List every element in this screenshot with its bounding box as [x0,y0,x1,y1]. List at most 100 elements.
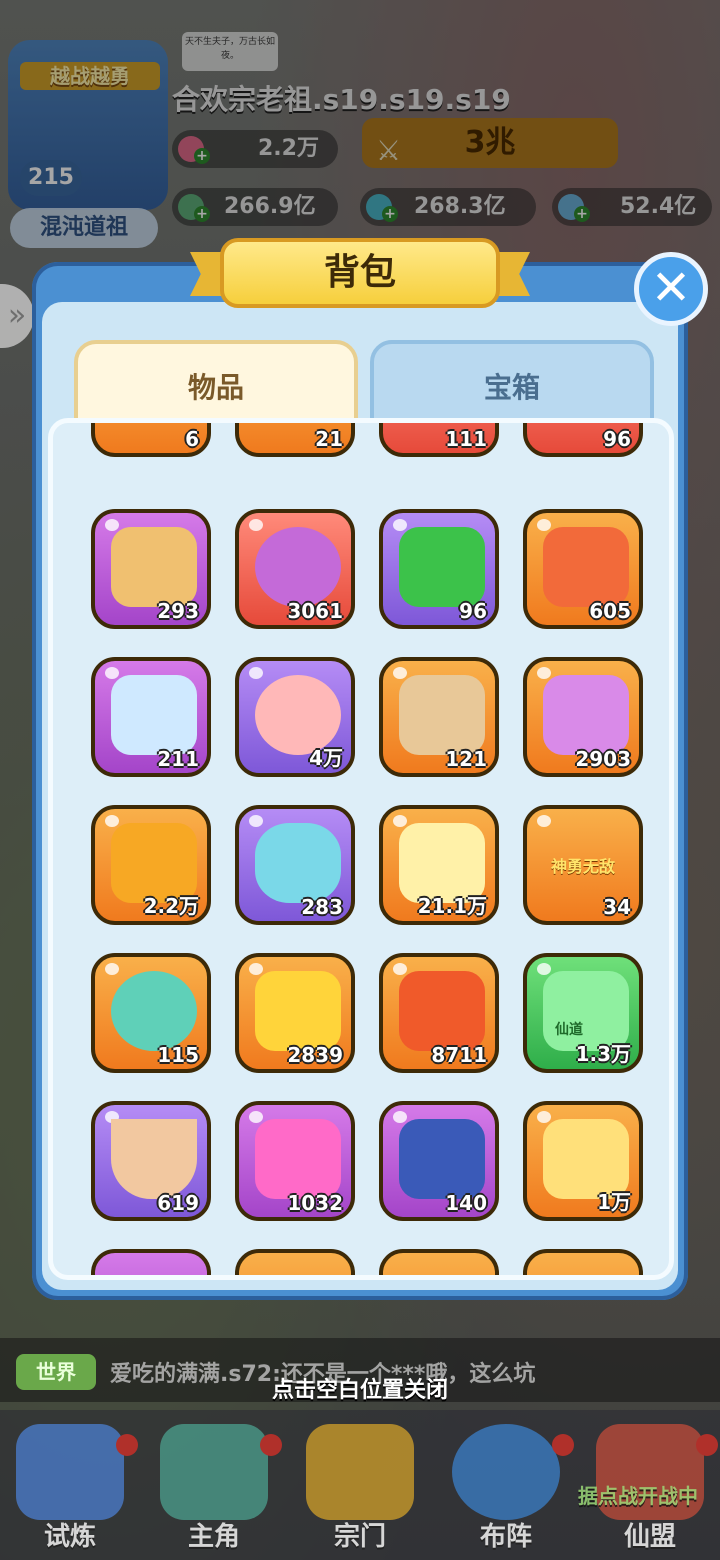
item-tile[interactable] [523,1249,643,1275]
item-tile[interactable]: 仙道 1.3万 [523,953,643,1073]
event-status-label: 据点战开战中 [578,1484,698,1508]
nav-sect[interactable]: 宗门 [292,1420,428,1556]
item-count: 4万 [309,746,343,770]
item-count: 211 [157,747,199,771]
item-tile[interactable]: 605 [523,509,643,629]
item-tile[interactable]: 293 [91,509,211,629]
item-tile[interactable] [91,1249,211,1275]
crystal-cluster-icon [111,675,197,755]
item-count: 2.2万 [143,894,199,918]
item-tile[interactable]: 2.2万 [91,805,211,925]
item-count: 293 [157,599,199,623]
item-tile[interactable]: 115 [91,953,211,1073]
item-tile[interactable]: 3061 [235,509,355,629]
item-tile[interactable]: 8711 [379,953,499,1073]
spirit-stone-icon [255,823,341,903]
trial-icon [16,1424,124,1520]
item-count: 34 [603,895,631,919]
item-tile[interactable] [379,1249,499,1275]
close-hint-text: 点击空白位置关闭 [271,1378,448,1403]
close-button[interactable]: ✕ [634,252,708,326]
item-tile[interactable]: 283 [235,805,355,925]
tile-shine [537,1111,551,1123]
item-count: 283 [301,895,343,919]
item-tile[interactable]: 2839 [235,953,355,1073]
item-tile[interactable]: 21 [235,423,355,457]
item-count: 2839 [287,1043,343,1067]
tile-shine [105,667,119,679]
tile-shine [249,815,263,827]
tile-shine [249,1111,263,1123]
tile-shine [249,519,263,531]
item-count: 605 [589,599,631,623]
item-tile[interactable]: 121 [379,657,499,777]
tile-shine [105,519,119,531]
item-count: 6 [185,427,199,451]
badge-title: 神勇无敌 [550,857,615,876]
nav-label: 试炼 [43,1522,96,1552]
tab-items[interactable]: 物品 [74,340,358,424]
tile-shine [249,667,263,679]
item-count: 2903 [575,747,631,771]
token-plaque-icon [399,675,485,755]
item-count: 8711 [431,1043,487,1067]
jade-stone-icon [399,527,485,607]
item-count: 1.3万 [575,1042,631,1066]
tile-shine [393,815,407,827]
gold-ore-icon [255,971,341,1051]
item-tile[interactable]: 2903 [523,657,643,777]
item-tile[interactable]: 140 [379,1101,499,1221]
tile-shine [393,963,407,975]
item-count: 115 [157,1043,199,1067]
nav-formation[interactable]: 布阵 [438,1420,574,1556]
tile-shine [393,667,407,679]
teal-gem-icon [111,971,197,1051]
tile-shine [105,815,119,827]
nav-label: 仙盟 [623,1522,676,1552]
item-tile[interactable]: 4万 [235,657,355,777]
nav-hero[interactable]: 主角 [146,1420,282,1556]
item-count: 111 [445,427,487,451]
item-count: 3061 [287,599,343,623]
tab-chests[interactable]: 宝箱 [370,340,654,424]
item-count: 96 [459,599,487,623]
item-count: 121 [445,747,487,771]
dragon-card-icon [399,1119,485,1199]
item-count: 1万 [597,1190,631,1214]
item-grid[interactable]: 6 21 111 96 293 3061 96 605 211 4万 121 2… [48,418,674,1280]
notification-dot [552,1434,574,1456]
item-tile[interactable]: 211 [91,657,211,777]
item-tile[interactable]: 1万 [523,1101,643,1221]
tile-shine [249,963,263,975]
item-tile[interactable]: 神勇无敌 34 [523,805,643,925]
item-count: 1032 [287,1191,343,1215]
item-tile[interactable] [235,1249,355,1275]
item-count: 140 [445,1191,487,1215]
notification-dot [260,1434,282,1456]
item-tile[interactable]: 619 [91,1101,211,1221]
pink-puzzle-icon [255,1119,341,1199]
item-tile[interactable]: 21.1万 [379,805,499,925]
tile-shine [537,667,551,679]
tile-shine [393,1111,407,1123]
item-tile[interactable]: 1032 [235,1101,355,1221]
hero-icon [160,1424,268,1520]
powder-pile-icon [543,675,629,755]
tile-shine [105,963,119,975]
item-tile[interactable]: 6 [91,423,211,457]
tile-shine [537,815,551,827]
item-tile[interactable]: 96 [379,509,499,629]
nav-trial[interactable]: 试炼 [2,1420,138,1556]
dessert-bowl-icon [111,1119,197,1199]
tile-shine [393,519,407,531]
nav-label: 布阵 [479,1522,532,1552]
scroll-icon [111,527,197,607]
tile-shine [537,519,551,531]
fire-puzzle-icon [399,971,485,1051]
item-tile[interactable]: 96 [523,423,643,457]
flame-tome-icon [543,527,629,607]
notification-dot [116,1434,138,1456]
item-count: 96 [603,427,631,451]
ticket-label: 仙道 [555,1022,583,1038]
item-tile[interactable]: 111 [379,423,499,457]
